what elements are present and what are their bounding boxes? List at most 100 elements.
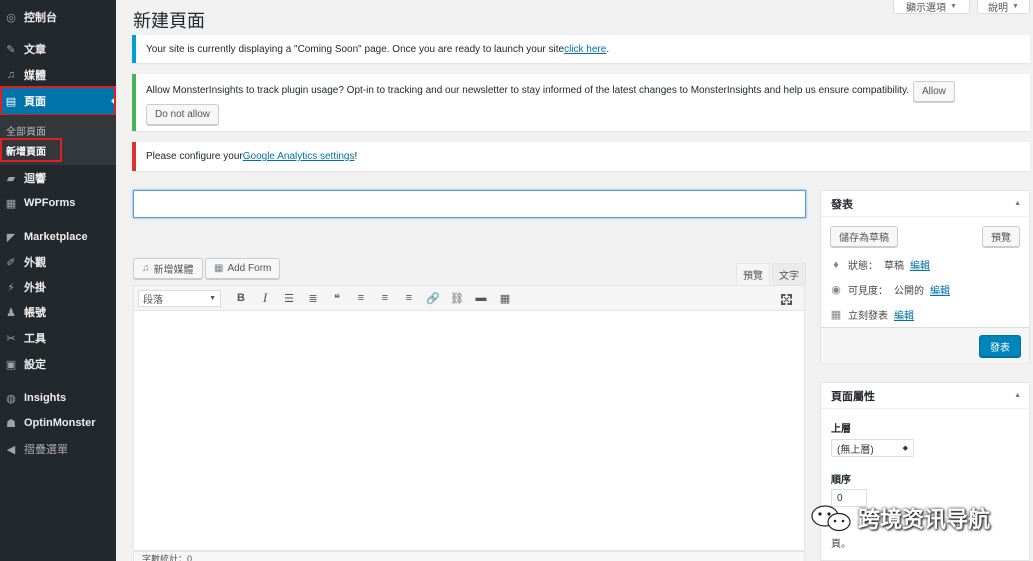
add-form-button[interactable]: ▦ Add Form: [205, 258, 281, 279]
menu-posts[interactable]: ✎ 文章: [0, 38, 116, 60]
save-draft-button[interactable]: 儲存為草稿: [830, 226, 898, 247]
visibility-row: ◉ 可見度： 公開的 編輯: [830, 282, 950, 297]
wrench-icon: ✂: [6, 332, 16, 345]
menu-dashboard[interactable]: ◎ 控制台: [0, 6, 116, 28]
menu-label: 工具: [24, 333, 46, 345]
menu-users[interactable]: ♟ 帳號: [0, 301, 116, 323]
word-count: 字數統計：0: [142, 553, 193, 561]
page-attributes-box: 頁面屬性 ▲ 上層 (無上層) ◆ 順序 頁。: [820, 382, 1030, 561]
bold-icon[interactable]: B: [229, 288, 253, 308]
allow-button[interactable]: Allow: [913, 81, 955, 102]
link-icon[interactable]: 🔗: [421, 288, 445, 308]
align-right-icon[interactable]: ≡: [397, 288, 421, 308]
menu-collapse[interactable]: ◀ 摺疊選單: [0, 438, 116, 460]
parent-select[interactable]: (無上層) ◆: [831, 439, 914, 457]
click-here-link[interactable]: click here: [564, 44, 606, 55]
status-value: 草稿: [884, 261, 904, 272]
blockquote-icon[interactable]: ❝: [325, 288, 349, 308]
menu-marketplace[interactable]: ◤ Marketplace: [0, 226, 116, 248]
menu-label: Marketplace: [24, 231, 88, 243]
ga-settings-link[interactable]: Google Analytics settings: [243, 151, 355, 162]
menu-label: Insights: [24, 392, 67, 404]
menu-label: WPForms: [24, 197, 76, 209]
title-input[interactable]: [133, 190, 806, 218]
help-button[interactable]: 說明 ▼: [977, 0, 1030, 14]
status-row: ♦ 狀態： 草稿 編輯: [830, 257, 930, 273]
publish-box-header[interactable]: 發表 ▲: [821, 191, 1029, 217]
pin-icon: ♦: [833, 258, 839, 271]
ga-text: Please configure your: [146, 151, 243, 162]
format-select[interactable]: 段落 ▼: [138, 289, 221, 307]
plugin-icon: ⚡: [7, 281, 15, 294]
bullet-list-icon[interactable]: ☰: [277, 288, 301, 308]
comment-icon: ▰: [6, 172, 16, 185]
align-left-icon[interactable]: ≡: [349, 288, 373, 308]
coming-soon-end: .: [606, 43, 610, 55]
add-media-label: 新增媒體: [153, 265, 194, 276]
brush-icon: ✐: [6, 256, 16, 269]
read-more-icon[interactable]: ▬: [469, 288, 493, 308]
collapse-arrow-icon[interactable]: ▲: [1014, 392, 1021, 399]
media-icon: ♫: [6, 69, 16, 81]
menu-insights[interactable]: ◍ Insights: [0, 387, 116, 409]
menu-appearance[interactable]: ✐ 外觀: [0, 251, 116, 273]
menu-label: 摺疊選單: [24, 444, 68, 456]
tab-text[interactable]: 文字: [772, 263, 806, 285]
publish-button[interactable]: 發表: [979, 335, 1021, 357]
monster-icon: ☗: [6, 417, 16, 430]
publish-box-title: 發表: [831, 198, 853, 211]
unlink-icon[interactable]: ⛓: [445, 288, 469, 308]
menu-comments[interactable]: ▰ 迴響: [0, 167, 116, 189]
settings-icon: ▣: [5, 358, 17, 371]
preview-button[interactable]: 預覽: [982, 226, 1020, 247]
menu-wpforms[interactable]: ▦ WPForms: [0, 192, 116, 214]
align-center-icon[interactable]: ≡: [373, 288, 397, 308]
media-icon: ♫: [142, 263, 150, 274]
dashboard-icon: ◎: [6, 11, 16, 24]
screen-options-button[interactable]: 顯示選項 ▼: [893, 0, 970, 14]
visibility-label: 可見度：: [848, 286, 888, 297]
menu-label: 媒體: [24, 70, 46, 82]
numbered-list-icon[interactable]: ≣: [301, 288, 325, 308]
calendar-icon: ▦: [830, 309, 842, 321]
menu-optinmonster[interactable]: ☗ OptinMonster: [0, 412, 116, 434]
schedule-edit-link[interactable]: 編輯: [894, 307, 914, 322]
caret-down-icon: ▼: [209, 294, 216, 302]
collapse-arrow-icon[interactable]: ▲: [1014, 200, 1021, 207]
add-media-button[interactable]: ♫ 新增媒體: [133, 258, 203, 279]
tab-visual[interactable]: 預覽: [736, 263, 770, 285]
status-edit-link[interactable]: 編輯: [910, 257, 930, 272]
editor-content-area[interactable]: [133, 311, 805, 551]
screen-options-label: 顯示選項: [906, 3, 947, 14]
italic-icon[interactable]: I: [253, 288, 277, 308]
menu-settings[interactable]: ▣ 設定: [0, 353, 116, 375]
pages-icon: ▤: [5, 95, 17, 108]
publish-box: 發表 ▲ 儲存為草稿 預覽 ♦ 狀態： 草稿 編輯 ◉ 可見度： 公開的 編輯 …: [820, 190, 1030, 363]
monsterinsights-notice: Allow MonsterInsights to track plugin us…: [132, 74, 1030, 131]
ga-end: !: [354, 151, 358, 162]
menu-tools[interactable]: ✂ 工具: [0, 327, 116, 349]
page-title: 新建頁面: [133, 11, 205, 31]
eye-icon: ◉: [831, 284, 841, 296]
watermark-text: 跨境资讯导航: [858, 507, 991, 532]
wechat-logo-icon: [811, 505, 851, 532]
add-form-label: Add Form: [227, 263, 272, 274]
menu-label: 外觀: [24, 257, 46, 269]
editor-toolbar: 段落 ▼ B I ☰ ≣ ❝ ≡ ≡ ≡ 🔗 ⛓ ▬ ▦: [133, 285, 805, 311]
menu-label: 文章: [24, 44, 46, 56]
menu-label: OptinMonster: [24, 417, 96, 429]
page-attributes-header[interactable]: 頁面屬性 ▲: [821, 383, 1029, 409]
do-not-allow-button[interactable]: Do not allow: [146, 104, 220, 125]
coming-soon-notice: Your site is currently displaying a "Com…: [132, 35, 1030, 63]
word-count-bar: 字數統計：0: [133, 551, 805, 561]
format-select-value: 段落: [143, 294, 163, 306]
watermark: 跨境资讯导航: [810, 502, 990, 534]
menu-plugins[interactable]: ⚡ 外掛: [0, 276, 116, 298]
toolbar-toggle-icon[interactable]: ▦: [493, 288, 517, 308]
visibility-edit-link[interactable]: 編輯: [930, 282, 950, 297]
submenu-add-new[interactable]: 新增頁面: [6, 143, 46, 158]
menu-pages[interactable]: ▤ 頁面: [0, 88, 116, 114]
fullscreen-icon[interactable]: [774, 289, 798, 309]
submenu-all-pages[interactable]: 全部頁面: [6, 123, 46, 138]
menu-media[interactable]: ♫ 媒體: [0, 64, 116, 86]
